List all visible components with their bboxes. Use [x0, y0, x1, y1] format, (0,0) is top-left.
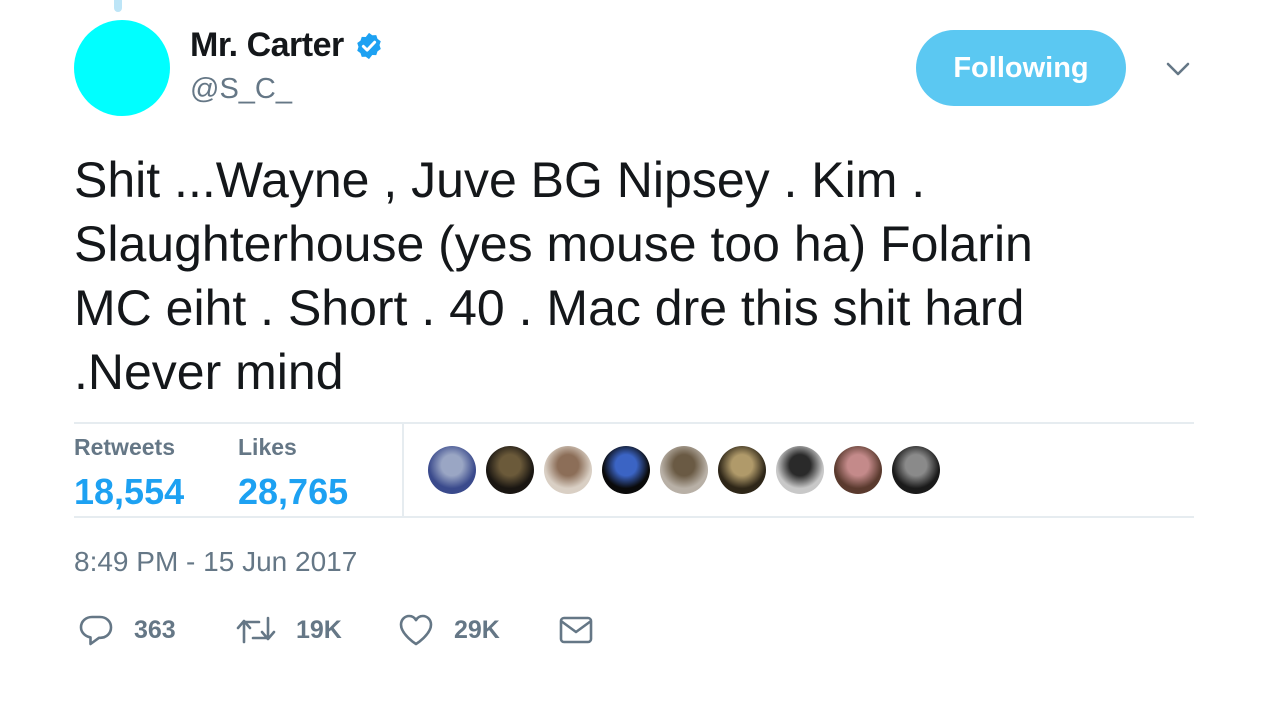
reply-icon: [79, 615, 113, 646]
liker-avatar[interactable]: [660, 446, 708, 494]
tweet-timestamp[interactable]: 8:49 PM - 15 Jun 2017: [74, 546, 357, 578]
chevron-down-icon[interactable]: [1164, 58, 1192, 80]
liker-avatar[interactable]: [718, 446, 766, 494]
like-count: 29K: [454, 615, 500, 644]
likes-label: Likes: [238, 434, 297, 460]
user-handle[interactable]: @S_C_: [190, 73, 384, 106]
tweet-line: Slaughterhouse (yes mouse too ha) Folari…: [74, 216, 1033, 272]
liker-avatar[interactable]: [834, 446, 882, 494]
liker-avatar[interactable]: [892, 446, 940, 494]
tweet-line: MC eiht . Short . 40 . Mac dre this shit…: [74, 280, 1025, 336]
likes-stat[interactable]: Likes 28,765: [238, 434, 348, 513]
stats-vertical-divider: [402, 423, 404, 517]
likes-count: 28,765: [238, 471, 349, 512]
stats-top-divider: [74, 422, 1194, 424]
tweet-line: .Never mind: [74, 344, 344, 400]
liker-avatar[interactable]: [486, 446, 534, 494]
tweet-text: Shit ...Wayne , Juve BG Nipsey . Kim . S…: [74, 148, 1204, 404]
liker-avatars: [428, 446, 950, 494]
liker-avatar[interactable]: [602, 446, 650, 494]
reply-button[interactable]: 363: [78, 612, 176, 648]
verified-badge-icon: [356, 32, 381, 59]
envelope-icon: [559, 616, 593, 644]
thread-connector: [114, 0, 122, 12]
like-button[interactable]: 29K: [398, 612, 500, 648]
stats-bottom-divider: [74, 516, 1194, 518]
reply-count: 363: [134, 615, 176, 644]
liker-avatar[interactable]: [544, 446, 592, 494]
display-name[interactable]: Mr. Carter: [190, 26, 344, 65]
liker-avatar[interactable]: [776, 446, 824, 494]
direct-message-button[interactable]: [558, 612, 594, 648]
liker-avatar[interactable]: [428, 446, 476, 494]
heart-icon: [399, 614, 433, 646]
user-info: Mr. Carter @S_C_: [190, 26, 384, 106]
retweets-stat[interactable]: Retweets 18,554: [74, 434, 184, 513]
retweet-count: 19K: [296, 615, 342, 644]
retweet-icon: [236, 616, 276, 644]
retweets-label: Retweets: [74, 434, 175, 460]
tweet-line: Shit ...Wayne , Juve BG Nipsey . Kim .: [74, 152, 926, 208]
retweets-count: 18,554: [74, 471, 185, 512]
retweet-button[interactable]: 19K: [236, 612, 342, 648]
following-button[interactable]: Following: [916, 30, 1126, 106]
avatar[interactable]: [74, 20, 170, 116]
